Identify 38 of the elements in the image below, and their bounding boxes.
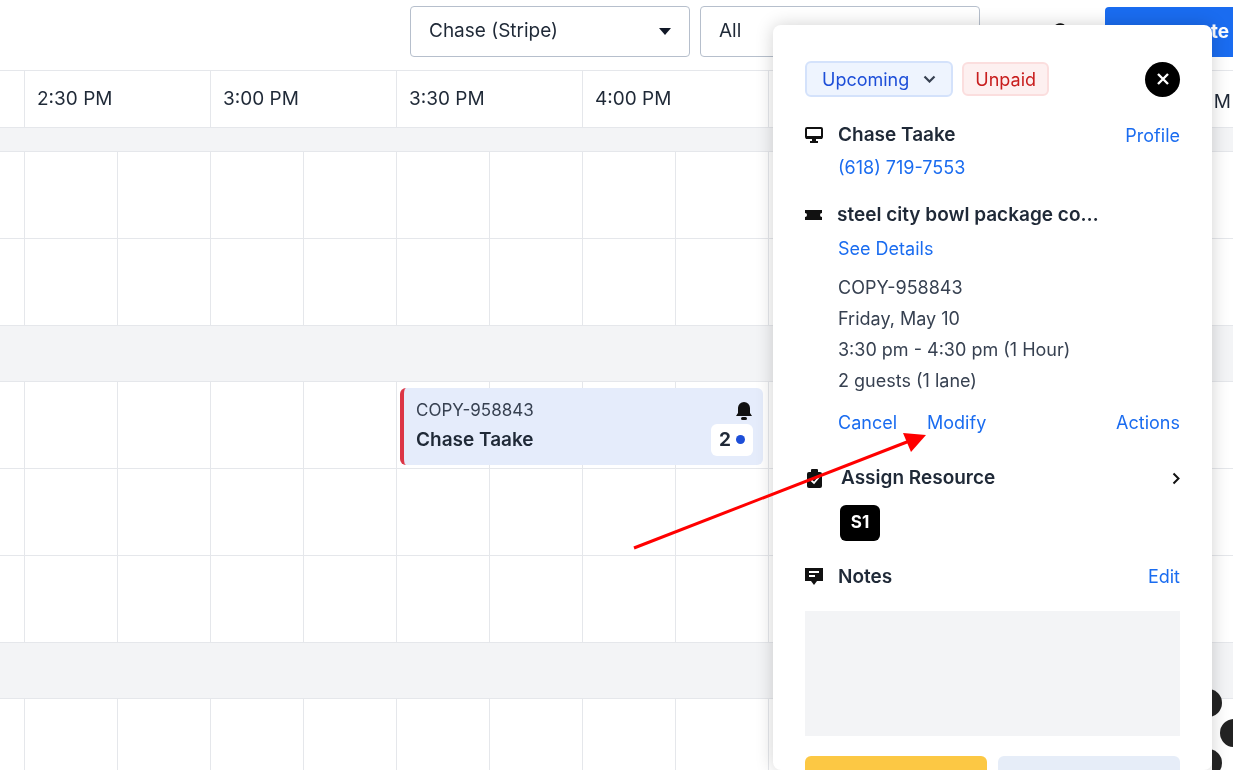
booking-detail: 3:30 pm - 4:30 pm (1 Hour) [838,338,1072,362]
monitor-icon [805,127,823,144]
booking-detail: 2 guests (1 lane) [838,369,978,393]
time-label: 3:30 PM [409,85,485,112]
guest-count: 2 [711,423,753,456]
close-icon [1155,72,1170,86]
resource-chip[interactable]: S1 [840,504,880,541]
time-label: M [1213,89,1231,115]
time-label: 2:30 PM [37,85,113,112]
close-button[interactable] [1145,61,1180,97]
action-link[interactable]: Cancel [838,409,898,436]
location-select[interactable]: Chase (Stripe) [410,6,690,57]
bell-icon [735,400,753,421]
action-link[interactable]: Modify [927,409,987,436]
time-label: 3:00 PM [223,85,299,112]
chevron-right-icon [1172,471,1180,485]
edit-notes-link[interactable]: Edit [1147,563,1180,591]
package-name: steel city bowl package co… [837,201,1099,228]
payment-badge: Unpaid [962,62,1049,96]
chevron-down-icon [923,75,937,83]
see-details-link[interactable]: See Details [838,235,934,262]
notes-label: Notes [838,563,893,590]
booking-code: COPY-958843 [416,399,534,422]
profile-link[interactable]: Profile [1125,121,1180,149]
booking-detail: Friday, May 10 [838,307,961,331]
phone-link[interactable]: (618) 719-7553 [838,153,966,181]
status-dropdown[interactable]: Upcoming [805,61,954,97]
assign-resource-label: Assign Resource [841,465,996,491]
customer-name: Chase Taake [838,122,956,148]
note-icon [805,567,823,587]
action-link[interactable]: Actions [1116,409,1180,436]
customer-name: Chase Taake [416,426,534,453]
assign-resource-row[interactable]: Assign Resource [805,464,1180,493]
caret-icon [659,27,671,36]
time-label: 4:00 PM [595,85,672,112]
booking-event[interactable]: COPY-958843 Chase Taake 2 [400,388,763,465]
ticket-icon [805,207,822,222]
booking-detail: COPY-958843 [838,276,964,300]
